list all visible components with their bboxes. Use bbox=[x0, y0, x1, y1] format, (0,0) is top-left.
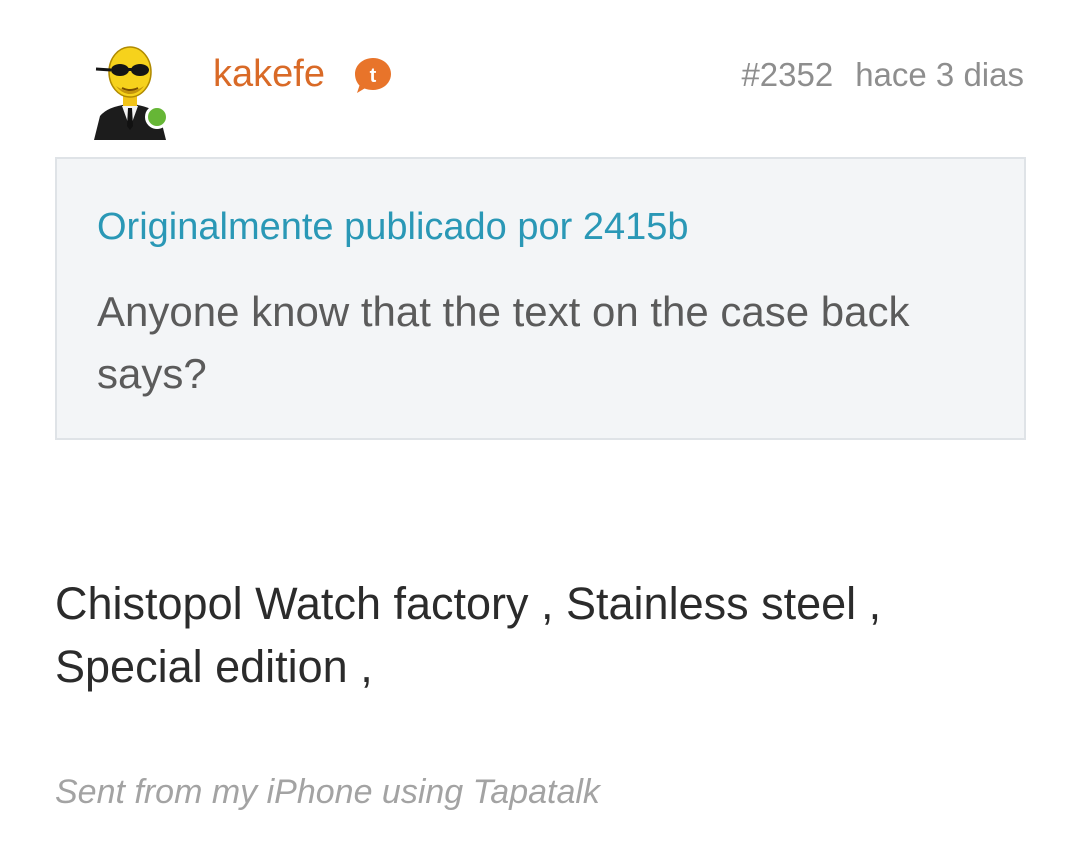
post-timestamp: hace 3 dias bbox=[855, 56, 1024, 93]
online-status-indicator bbox=[145, 105, 169, 129]
quote-block: Originalmente publicado por 2415b Anyone… bbox=[55, 157, 1026, 440]
post-meta: #2352 hace 3 dias bbox=[741, 55, 1024, 95]
quote-author-link[interactable]: Originalmente publicado por 2415b bbox=[97, 205, 689, 249]
tapatalk-icon: t bbox=[352, 55, 394, 95]
post-body-text: Chistopol Watch factory , Stainless stee… bbox=[55, 578, 882, 692]
post-author-username[interactable]: kakefe bbox=[213, 52, 325, 96]
quote-text: Anyone know that the text on the case ba… bbox=[97, 288, 910, 397]
post-signature: Sent from my iPhone using Tapatalk bbox=[55, 773, 600, 811]
svg-text:t: t bbox=[370, 65, 377, 87]
post-number-link[interactable]: #2352 bbox=[741, 56, 833, 93]
